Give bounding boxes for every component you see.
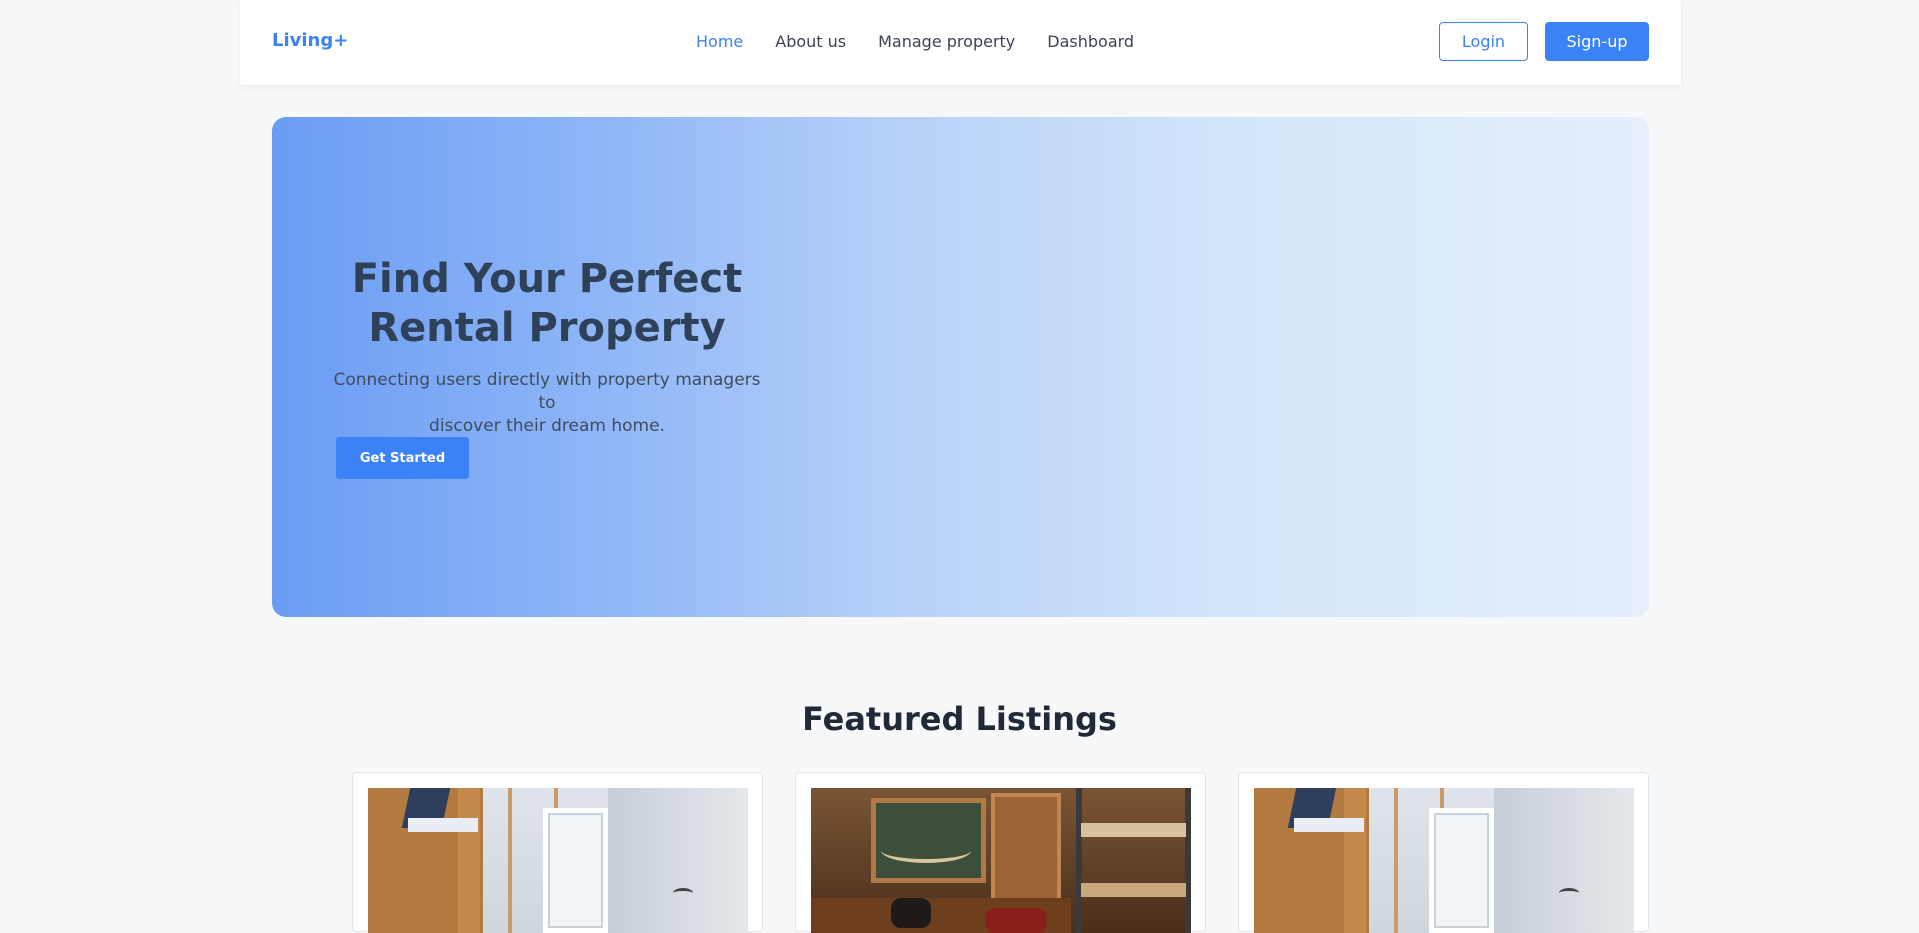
- wall-lamp-icon: [1559, 888, 1579, 898]
- featured-listings-title: Featured Listings: [802, 700, 1117, 738]
- window: [1429, 808, 1494, 933]
- hero-title: Find Your Perfect Rental Property: [332, 255, 762, 353]
- door: [991, 793, 1061, 908]
- room-side-wall: [1494, 788, 1634, 933]
- bunk-mattress-top: [1081, 823, 1186, 837]
- listing-image[interactable]: [368, 788, 748, 933]
- hero-banner: Find Your Perfect Rental Property Connec…: [272, 117, 1649, 617]
- nav-link-about-us[interactable]: About us: [775, 32, 846, 51]
- duffel-bag: [986, 908, 1046, 933]
- bunk-bed-rail: [458, 788, 480, 933]
- nav-link-home[interactable]: Home: [696, 32, 743, 51]
- listing-card[interactable]: [795, 772, 1206, 933]
- listing-card[interactable]: [352, 772, 763, 933]
- bunk-bed-rail: [1344, 788, 1366, 933]
- hero-subtitle-line-2: discover their dream home.: [429, 416, 665, 436]
- main-nav: Home About us Manage property Dashboard: [696, 32, 1134, 51]
- window: [543, 808, 608, 933]
- hero-title-line-1: Find Your Perfect: [351, 256, 743, 302]
- bunk-mattress-bottom: [1081, 883, 1186, 897]
- brand-logo[interactable]: Living+: [272, 30, 348, 51]
- bunk-mattress: [408, 818, 478, 832]
- nav-link-manage-property[interactable]: Manage property: [878, 32, 1015, 51]
- backpack: [891, 898, 931, 928]
- bunk-bed-frame: [1076, 788, 1191, 933]
- listing-image[interactable]: [811, 788, 1191, 933]
- room-side-wall: [608, 788, 748, 933]
- login-button[interactable]: Login: [1439, 22, 1528, 61]
- wall-lamp-icon: [673, 888, 693, 898]
- hero-title-line-2: Rental Property: [368, 305, 726, 351]
- signup-button[interactable]: Sign-up: [1545, 22, 1649, 61]
- get-started-button[interactable]: Get Started: [336, 437, 469, 479]
- hero-subtitle: Connecting users directly with property …: [332, 369, 762, 438]
- nav-link-dashboard[interactable]: Dashboard: [1047, 32, 1134, 51]
- hammock: [881, 838, 971, 863]
- hero-subtitle-line-1: Connecting users directly with property …: [333, 370, 761, 413]
- listing-image[interactable]: [1254, 788, 1634, 933]
- bunk-mattress: [1294, 818, 1364, 832]
- listing-card[interactable]: [1238, 772, 1649, 933]
- top-navbar: Living+ Home About us Manage property Da…: [240, 0, 1681, 85]
